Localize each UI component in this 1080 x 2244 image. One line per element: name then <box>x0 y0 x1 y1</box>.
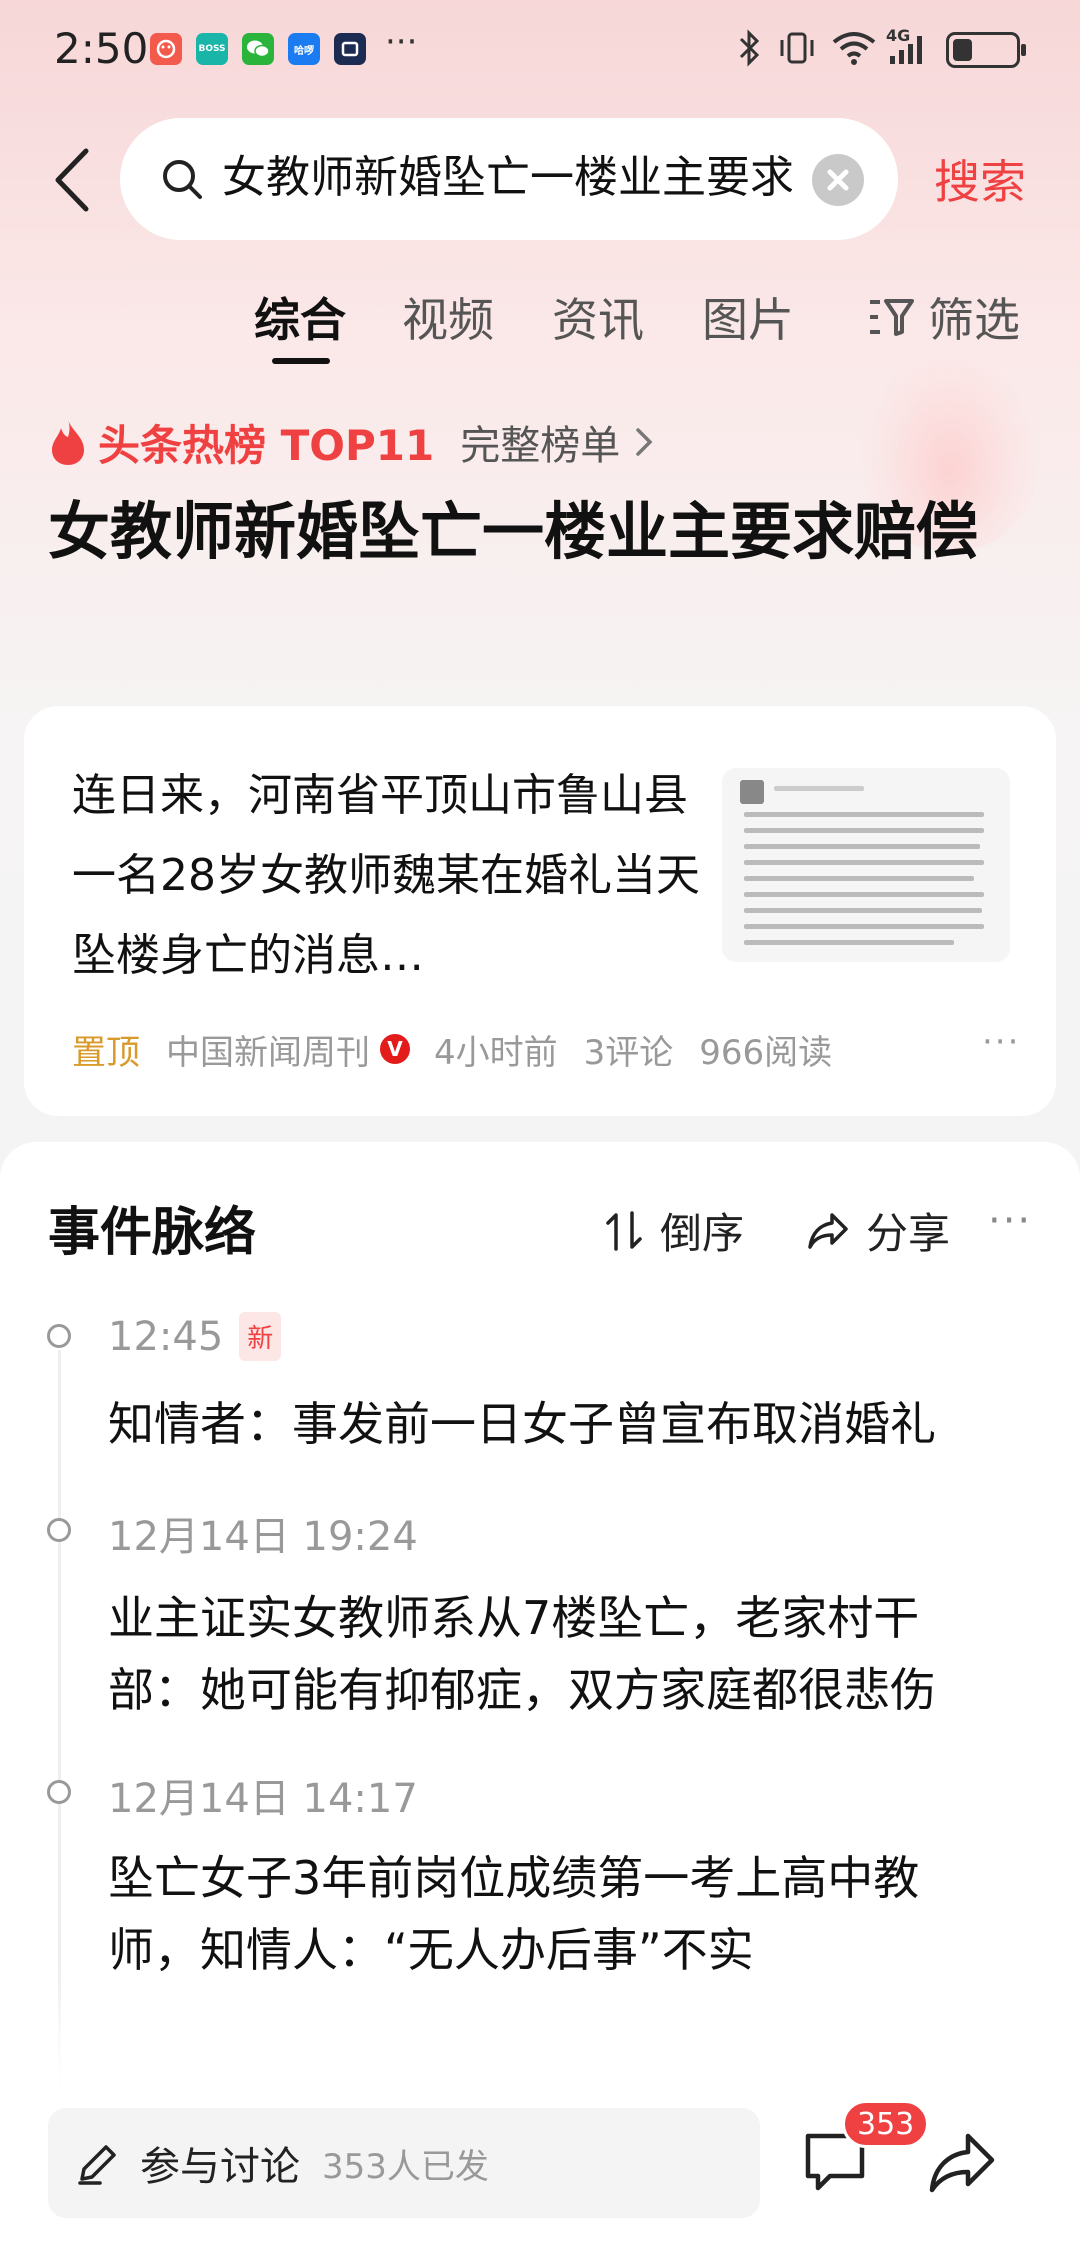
vibrate-icon <box>776 26 818 70</box>
filter-label: 筛选 <box>928 293 1020 347</box>
tab-news[interactable]: 资讯 <box>552 284 644 350</box>
search-query[interactable]: 女教师新婚坠亡一楼业主要求赔偿 <box>222 148 792 208</box>
status-more-icon: ··· <box>385 22 418 62</box>
share-icon[interactable] <box>926 2126 998 2198</box>
article-time: 4小时前 <box>434 1032 558 1073</box>
thumbnail-text-line <box>744 860 984 865</box>
clear-search-button[interactable] <box>812 154 864 206</box>
timeline-time: 12月14日 19:24 <box>108 1504 418 1562</box>
new-badge: 新 <box>239 1312 282 1361</box>
thumbnail-avatar <box>740 780 764 804</box>
thumbnail-text-line <box>744 940 954 945</box>
tab-images[interactable]: 图片 <box>702 284 794 350</box>
thumbnail-text-line <box>744 892 984 897</box>
article-reads: 966阅读 <box>699 1032 833 1073</box>
filter-icon <box>870 299 914 336</box>
pinned-label: 置顶 <box>72 1032 140 1073</box>
article-thumbnail[interactable] <box>722 768 1010 962</box>
search-icon <box>163 160 202 199</box>
timeline-title: 事件脉络 <box>48 1203 257 1263</box>
timeline-dot <box>47 1518 71 1542</box>
comment-count-badge: 353 <box>842 2100 930 2148</box>
article-more-icon[interactable]: ··· <box>982 1022 1020 1062</box>
hot-rank-label: 头条热榜 TOP11 <box>98 420 435 470</box>
active-tab-indicator <box>272 358 330 364</box>
discuss-label: 参与讨论 <box>140 2144 300 2190</box>
wechat-icon <box>242 33 274 65</box>
share-timeline-button[interactable]: 分享 <box>806 1200 950 1261</box>
thumbnail-text-line <box>744 924 984 929</box>
thumbnail-text-line <box>744 844 980 849</box>
timeline-event[interactable]: 坠亡女子3年前岗位成绩第一考上高中教师，知情人：“无人办后事”不实 <box>108 1842 988 1986</box>
event-time: 12月14日 19:24 <box>108 1514 418 1560</box>
article-meta: 置顶 中国新闻周刊 V 4小时前 3评论 966阅读 <box>72 1022 858 1076</box>
event-time: 12月14日 14:17 <box>108 1776 418 1822</box>
search-submit-button[interactable]: 搜索 <box>934 146 1026 212</box>
hot-rank-bar[interactable]: 头条热榜 TOP11 完整榜单 <box>48 412 656 472</box>
full-list-link[interactable]: 完整榜单 <box>460 413 620 471</box>
article-comments: 3评论 <box>583 1032 674 1073</box>
thumbnail-text-line <box>744 876 974 881</box>
thumbnail-text-line <box>744 908 982 913</box>
pen-icon <box>78 2145 116 2185</box>
tab-comprehensive[interactable]: 综合 <box>254 284 346 350</box>
status-bar: 2:50 BOSS 哈啰 ··· 4G <box>0 0 1080 100</box>
search-input[interactable]: 女教师新婚坠亡一楼业主要求赔偿 <box>120 118 898 240</box>
back-button[interactable] <box>48 145 98 215</box>
timeline-dot <box>47 1324 71 1348</box>
close-icon <box>827 169 849 191</box>
timeline-dot <box>47 1780 71 1804</box>
hot-topic-headline: 女教师新婚坠亡一楼业主要求赔偿 <box>48 495 979 568</box>
article-source[interactable]: 中国新闻周刊 <box>166 1025 370 1074</box>
thumbnail-text-line <box>774 786 864 791</box>
dark-app-icon <box>334 33 366 65</box>
article-summary[interactable]: 连日来，河南省平顶山市鲁山县一名28岁女教师魏某在婚礼当天坠楼身亡的消息… <box>72 756 702 996</box>
wifi-icon <box>830 26 878 70</box>
timeline-event[interactable]: 业主证实女教师系从7楼坠亡，老家村干部：她可能有抑郁症，双方家庭都很悲伤 <box>108 1582 988 1726</box>
timeline-time: 12:45 新 <box>108 1312 282 1361</box>
sort-icon <box>606 1210 642 1251</box>
chevron-right-icon <box>636 428 653 456</box>
verified-badge-icon: V <box>380 1034 410 1064</box>
notification-app-icon <box>150 33 182 65</box>
sort-button[interactable]: 倒序 <box>604 1200 744 1261</box>
sort-label: 倒序 <box>660 1209 745 1258</box>
timeline-time: 12月14日 14:17 <box>108 1766 418 1824</box>
thumbnail-text-line <box>744 828 984 833</box>
bluetooth-icon <box>736 26 762 70</box>
filter-button[interactable]: 筛选 <box>866 284 1020 350</box>
cellular-signal-icon: 4G <box>886 26 934 70</box>
battery-icon <box>946 32 1026 68</box>
network-type: 4G <box>886 26 911 45</box>
event-time: 12:45 <box>108 1313 224 1360</box>
discuss-input[interactable]: 参与讨论 353人已发 <box>48 2108 760 2218</box>
boss-zhipin-icon: BOSS <box>196 33 228 65</box>
article-card[interactable]: 连日来，河南省平顶山市鲁山县一名28岁女教师魏某在婚礼当天坠楼身亡的消息… 置顶… <box>24 706 1056 1116</box>
share-label: 分享 <box>866 1209 951 1258</box>
status-time: 2:50 <box>54 24 149 73</box>
battery-level <box>953 39 972 61</box>
tab-video[interactable]: 视频 <box>402 284 494 350</box>
hello-icon: 哈啰 <box>288 33 320 65</box>
thumbnail-text-line <box>744 812 984 817</box>
chevron-left-icon <box>55 148 89 212</box>
timeline-event[interactable]: 知情者：事发前一日女子曾宣布取消婚礼 <box>108 1388 988 1460</box>
flame-icon <box>52 420 84 465</box>
share-icon <box>808 1212 848 1249</box>
discuss-count: 353人已发 <box>322 2146 489 2187</box>
timeline-more-icon[interactable]: ··· <box>988 1198 1032 1244</box>
